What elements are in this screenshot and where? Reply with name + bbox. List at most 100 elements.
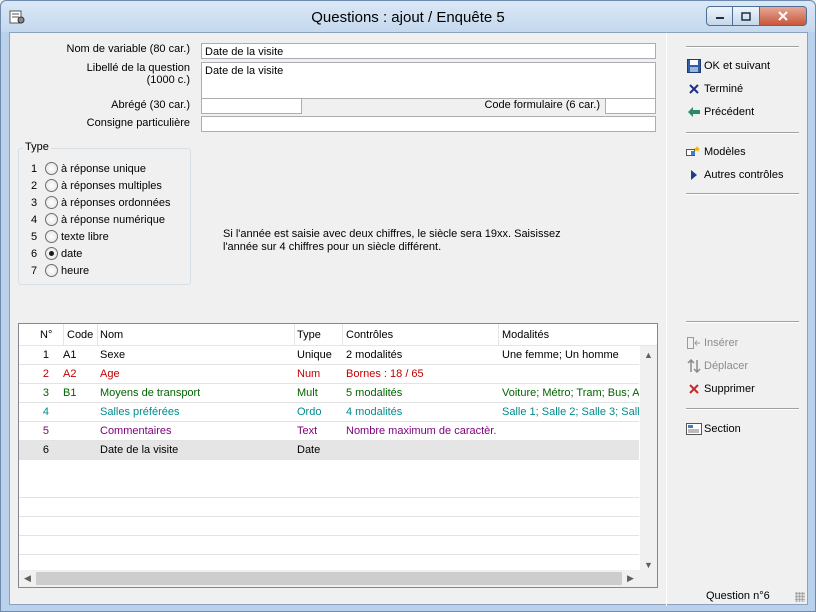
cell-name: Moyens de transport	[100, 387, 201, 399]
type-option-label: heure	[61, 264, 90, 277]
col-header-name[interactable]: Nom	[100, 329, 123, 341]
type-groupbox-title: Type	[23, 141, 51, 153]
cell-num: 4	[42, 406, 49, 418]
radio-button[interactable]	[45, 162, 58, 175]
ok-next-button[interactable]: OK et suivant	[686, 57, 770, 75]
type-option-label: date	[61, 247, 83, 260]
radio-button[interactable]	[45, 264, 58, 277]
help-line-1: Si l'année est saisie avec deux chiffres…	[223, 228, 561, 240]
col-separator	[294, 324, 295, 346]
type-option-5[interactable]: 5 texte libre	[31, 228, 109, 245]
move-button[interactable]: Déplacer	[686, 357, 748, 375]
table-row[interactable]: 4 Salles préférées Ordo 4 modalités Salle 1;…	[19, 403, 639, 422]
maximize-button[interactable]	[733, 6, 760, 26]
type-option-7[interactable]: 7 heure	[31, 262, 89, 279]
title-bar[interactable]: Questions : ajout / Enquête 5	[1, 1, 815, 32]
window-controls	[706, 6, 807, 26]
form-code-label: Code formulaire (6 car.)	[484, 99, 600, 111]
cell-name: Salles préférées	[100, 406, 180, 418]
cell-controls: Bornes : 18 / 65	[346, 368, 424, 380]
cell-type: Date	[297, 444, 321, 456]
cell-code: A2	[63, 368, 77, 380]
table-row[interactable]: 3 B1 Moyens de transport Mult 5 modalités Voi…	[19, 384, 639, 403]
var-name-input[interactable]: Date de la visite	[201, 43, 656, 59]
models-button[interactable]: Modèles	[686, 143, 746, 161]
table-row[interactable]: 5 Commentaires Text Nombre maximum de carac…	[19, 422, 639, 441]
insert-icon	[686, 335, 702, 351]
horizontal-scroll-thumb[interactable]	[36, 572, 622, 585]
cell-num: 1	[42, 349, 49, 361]
section-button[interactable]: Section	[686, 420, 741, 438]
col-header-type[interactable]: Type	[297, 329, 321, 341]
delete-button[interactable]: Supprimer	[686, 380, 755, 398]
col-header-num[interactable]: N°	[40, 329, 52, 341]
radio-button[interactable]	[45, 196, 58, 209]
arrow-left-icon	[686, 104, 702, 120]
cell-controls: 4 modalités	[346, 406, 403, 418]
other-controls-label: Autres contrôles	[704, 169, 784, 181]
close-button[interactable]	[760, 6, 807, 26]
radio-button[interactable]	[45, 230, 58, 243]
type-option-3[interactable]: 3 à réponses ordonnées	[31, 194, 170, 211]
models-icon	[686, 144, 702, 160]
insert-button[interactable]: Insérer	[686, 334, 738, 352]
col-separator	[63, 324, 64, 346]
delete-cross-icon	[686, 381, 702, 397]
cell-num: 3	[42, 387, 49, 399]
table-row[interactable]: 6 Date de la visite Date	[19, 441, 639, 460]
models-label: Modèles	[704, 146, 746, 158]
section-icon	[686, 421, 702, 437]
type-option-num: 3	[31, 196, 38, 209]
cell-type: Mult	[297, 387, 318, 399]
cell-modalities: Salle 1; Salle 2; Salle 3; Salle	[502, 406, 639, 418]
type-option-6[interactable]: 6 date	[31, 245, 82, 262]
type-option-label: à réponses multiples	[61, 179, 162, 192]
table-row[interactable]: 1 A1 Sexe Unique 2 modalités Une femme; Un ho…	[19, 346, 639, 365]
col-header-code[interactable]: Code	[67, 329, 93, 341]
radio-button[interactable]	[45, 213, 58, 226]
instruction-input[interactable]	[201, 116, 656, 132]
minimize-icon	[715, 17, 724, 19]
type-option-num: 7	[31, 264, 38, 277]
type-option-num: 4	[31, 213, 38, 226]
done-button[interactable]: Terminé	[686, 80, 743, 98]
move-arrows-icon	[686, 358, 702, 374]
other-controls-button[interactable]: Autres contrôles	[686, 166, 783, 184]
scroll-right-icon[interactable]: ▶	[627, 573, 634, 584]
resize-grip-icon[interactable]	[795, 592, 805, 602]
table-row[interactable]: 2 A2 Age Num Bornes : 18 / 65	[19, 365, 639, 384]
question-label-line2: (1000 c.)	[146, 74, 190, 86]
scroll-left-icon[interactable]: ◀	[24, 573, 31, 584]
cell-code: A1	[63, 349, 77, 361]
cell-type: Unique	[297, 349, 332, 361]
cell-modalities: Une femme; Un homme	[502, 349, 619, 361]
question-textarea[interactable]: Date de la visite	[201, 62, 656, 99]
horizontal-scrollbar[interactable]: ◀ ▶	[19, 570, 657, 587]
radio-button-checked[interactable]	[45, 247, 58, 260]
scroll-up-icon[interactable]: ▲	[644, 350, 653, 360]
scroll-down-icon[interactable]: ▼	[644, 560, 653, 570]
type-option-4[interactable]: 4 à réponse numérique	[31, 211, 165, 228]
previous-button[interactable]: Précédent	[686, 103, 754, 121]
ok-next-label: OK et suivant	[704, 60, 771, 72]
radio-button[interactable]	[45, 179, 58, 192]
cell-type: Ordo	[297, 406, 322, 418]
type-option-2[interactable]: 2 à réponses multiples	[31, 177, 162, 194]
minimize-button[interactable]	[706, 6, 733, 26]
vertical-scrollbar[interactable]: ▲ ▼	[640, 346, 657, 572]
grid-header: N° Code Nom Type Contrôles Modalités	[19, 324, 657, 346]
col-header-controls[interactable]: Contrôles	[346, 329, 393, 341]
abbrev-input[interactable]	[201, 98, 302, 114]
form-code-input[interactable]	[605, 98, 656, 114]
type-option-num: 1	[31, 162, 38, 175]
status-text: Question n°6	[706, 590, 770, 602]
sidebar-separator	[686, 408, 799, 410]
empty-row	[19, 517, 639, 536]
type-groupbox: Type 1 à réponse unique 2 à réponses mul…	[18, 141, 191, 285]
type-option-1[interactable]: 1 à réponse unique	[31, 160, 146, 177]
questions-grid[interactable]: N° Code Nom Type Contrôles Modalités 1 A1…	[18, 323, 658, 588]
play-arrow-icon	[686, 167, 702, 183]
type-option-num: 5	[31, 230, 38, 243]
col-header-modalities[interactable]: Modalités	[502, 329, 549, 341]
instruction-label: Consigne particulière	[86, 117, 190, 129]
